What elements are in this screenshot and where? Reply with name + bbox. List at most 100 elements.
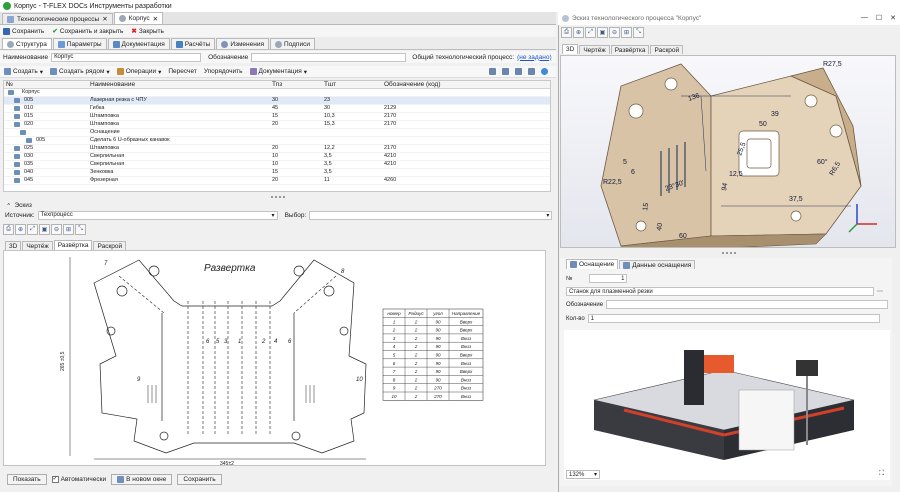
sketch-header[interactable]: ⌃ Эскиз [0, 201, 556, 210]
tab-calculations[interactable]: Расчёты [170, 38, 216, 49]
tab-nesting[interactable]: Раскрой [93, 241, 127, 250]
zoom-out-icon[interactable]: ⊖ [609, 27, 620, 38]
source-select[interactable]: Техпроцесс ▾ [37, 210, 278, 220]
number-field[interactable]: 1 [589, 274, 628, 283]
table-row[interactable]: 005 Лазерная резка с ЧПУ 30 23 [4, 97, 550, 105]
tab-3d[interactable]: 3D [562, 44, 579, 54]
minimize-icon[interactable]: — [861, 14, 868, 22]
tab-documentation[interactable]: Документация [107, 38, 170, 49]
tab-structure[interactable]: Структура [2, 38, 52, 49]
print-icon[interactable]: ⎙ [561, 27, 572, 38]
operations-button[interactable]: Операции ▾ [116, 68, 161, 76]
create-button[interactable]: Создать ▾ [4, 68, 43, 76]
tab-equipment[interactable]: Оснащение [566, 259, 619, 269]
table-row[interactable]: 015 Штамповка 15 10,3 2170 [4, 113, 550, 121]
tab-unfold[interactable]: Развёртка [610, 45, 650, 54]
save-sketch-button[interactable]: Сохранить [177, 473, 222, 485]
zoom-window-icon[interactable]: ▣ [597, 27, 608, 38]
col-name[interactable]: Наименование [90, 81, 135, 88]
order-button[interactable]: Упорядочить [204, 68, 243, 75]
close-window-icon[interactable]: ✕ [890, 14, 896, 22]
designation-field[interactable] [251, 52, 407, 62]
sort-icon[interactable] [502, 68, 509, 75]
bend-table-cell: Вниз [461, 377, 472, 382]
col-code[interactable]: Обозначение (код) [384, 81, 441, 88]
fullscreen-icon[interactable]: ⛶ [879, 470, 884, 478]
bend-table-cell: 2 [414, 377, 418, 382]
dim-40: 40 [656, 222, 664, 231]
zoom-out-icon[interactable]: ⊖ [51, 224, 62, 235]
refresh-icon[interactable] [541, 68, 548, 75]
close-button[interactable]: ✖ Закрыть [131, 27, 164, 36]
col-num[interactable]: № [6, 81, 13, 88]
zoom-in-icon[interactable]: ⊕ [15, 224, 26, 235]
table-row[interactable]: 025 Штамповка 20 12,2 2170 [4, 145, 550, 153]
more-icon[interactable]: ⋯ [877, 288, 883, 295]
tab-unfold[interactable]: Развёртка [53, 240, 93, 250]
layout-icon[interactable] [528, 68, 535, 75]
zoom-fit-icon[interactable]: ⤢ [27, 224, 38, 235]
general-process-link[interactable]: (не задано) [517, 54, 552, 61]
tab-korpus[interactable]: Корпус ✕ [113, 12, 164, 24]
zoom-in-icon[interactable]: ⊕ [573, 27, 584, 38]
auto-checkbox[interactable]: ✓ Автоматически [51, 475, 106, 483]
zoom-window-icon[interactable]: ▣ [39, 224, 50, 235]
tab-parameters[interactable]: Параметры [52, 38, 107, 49]
table-row[interactable]: 020 Штамповка 20 15,3 2170 [4, 121, 550, 129]
zoom-all-icon[interactable]: ⤡ [75, 224, 86, 235]
columns-icon[interactable] [515, 68, 522, 75]
table-row[interactable]: 045 Фрезерная 20 11 4260 [4, 177, 550, 185]
tab-signatures[interactable]: Подписи [270, 38, 315, 49]
zoom-select[interactable]: 132% ▾ [566, 470, 600, 479]
cell-num: 005 [36, 137, 46, 143]
tab-drawing[interactable]: Чертёж [579, 45, 610, 54]
tab-label: Подписи [284, 40, 310, 48]
table-row[interactable]: 030 Сверлильная 10 3,5 4210 [4, 153, 550, 161]
table-row[interactable]: Корпус [4, 89, 550, 97]
table-row[interactable]: 005 Сделать 6 U-образных канавок [4, 137, 550, 145]
tab-equipment-data[interactable]: Данные оснащения [619, 260, 696, 269]
tab-3d[interactable]: 3D [5, 241, 22, 250]
table-row[interactable]: 035 Сверлильная 10 3,5 4210 [4, 161, 550, 169]
tab-nesting[interactable]: Раскрой [650, 45, 684, 54]
app-logo-icon [3, 2, 11, 10]
horizontal-splitter[interactable] [0, 194, 556, 201]
equipment-name-field[interactable]: Станок для плазменной резки [566, 287, 874, 296]
create-nearby-button[interactable]: Создать рядом ▾ [49, 68, 110, 76]
tab-drawing[interactable]: Чертёж [22, 241, 53, 250]
table-row[interactable]: Оснащение [4, 129, 550, 137]
col-tsht[interactable]: Тшт [324, 81, 336, 88]
header-fields: Наименование Корпус Обозначение Общий те… [0, 51, 556, 63]
equipment-name-row: Станок для плазменной резки ⋯ [566, 287, 888, 296]
equipment-designation-field[interactable] [606, 300, 888, 309]
collapse-icon[interactable]: ⌃ [6, 202, 11, 210]
zoom-fit-icon[interactable]: ⤢ [585, 27, 596, 38]
right-splitter[interactable] [558, 250, 900, 256]
col-tpz[interactable]: Тпз [272, 81, 282, 88]
zoom-all-icon[interactable]: ⤡ [633, 27, 644, 38]
name-field[interactable]: Корпус [51, 52, 202, 62]
close-icon[interactable]: ✕ [102, 15, 107, 23]
new-window-button[interactable]: В новом окне [111, 473, 173, 485]
maximize-icon[interactable]: ☐ [876, 14, 882, 22]
tab-changes[interactable]: Изменения [216, 38, 269, 49]
table-row[interactable]: 010 Гибка 45 30 2129 [4, 105, 550, 113]
recalc-button[interactable]: Пересчет [168, 68, 196, 75]
show-button[interactable]: Показать [7, 473, 47, 485]
choice-select[interactable]: ▾ [309, 210, 553, 220]
3d-model-view[interactable]: R27,5 136 50 39 25,5 12,5 94 60° R6,5 37… [560, 55, 896, 248]
callout-10: 10 [356, 377, 363, 383]
qty-field[interactable]: 1 [587, 314, 880, 323]
save-close-button[interactable]: ✔ Сохранить и закрыть [52, 27, 123, 36]
documentation-button[interactable]: Документация ▾ [249, 68, 307, 76]
print-icon[interactable]: ⎙ [3, 224, 14, 235]
table-row[interactable]: 040 Зенковка 15 3,5 [4, 169, 550, 177]
save-button[interactable]: Сохранить [3, 27, 44, 35]
tab-tech-processes[interactable]: Технологические процессы ✕ [2, 13, 113, 24]
operation-icon [20, 130, 26, 135]
close-icon[interactable]: ✕ [153, 15, 158, 23]
zoom-area-icon[interactable]: ⊞ [621, 27, 632, 38]
zoom-area-icon[interactable]: ⊞ [63, 224, 74, 235]
unfold-drawing-view[interactable]: Развертка 345±2 265 ±0,5 7 8 9 10 6 5 3 … [3, 250, 546, 467]
filter-icon[interactable] [489, 68, 496, 75]
